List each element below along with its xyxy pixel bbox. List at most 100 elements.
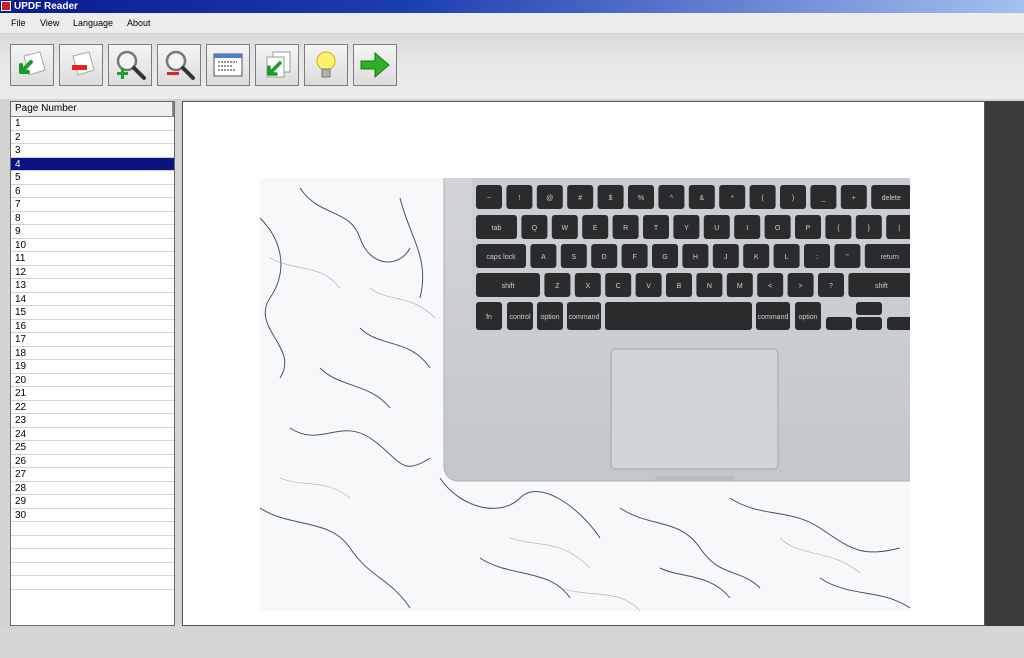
keyboard-key-label: R [623, 225, 628, 232]
keyboard-key-label: shift [502, 283, 515, 290]
status-bar [0, 628, 1024, 658]
keyboard-key-label: < [768, 283, 772, 290]
page-list-item[interactable]: 12 [11, 266, 174, 279]
copy-pages-icon [266, 51, 291, 78]
page-list-item[interactable]: 7 [11, 198, 174, 212]
title-bar: UPDF Reader [0, 0, 1024, 13]
page-list-item[interactable]: 25 [11, 441, 174, 455]
page-list-item[interactable]: 13 [11, 279, 174, 293]
keyboard-key-label: $ [609, 195, 613, 202]
import-page-icon [19, 51, 46, 76]
page-list-item[interactable]: 6 [11, 185, 174, 198]
keyboard-key-label: option [798, 314, 817, 321]
keyboard-key-label: T [654, 225, 659, 232]
page-list-item[interactable]: 21 [11, 387, 174, 401]
menu-view[interactable]: View [40, 18, 59, 28]
keyboard-key-label: F [632, 254, 636, 261]
keyboard-key-label: H [693, 254, 698, 261]
copy-pages-button[interactable] [255, 44, 299, 86]
document-page: ~! @ # $% ^ & *() _ + delete tab Q W E R T Y U I O P{} | caps … [182, 101, 985, 626]
keyboard-key-label: K [754, 254, 759, 261]
keyboard-key-label: Q [532, 225, 538, 232]
window-title: UPDF Reader [14, 1, 78, 12]
page-list-item[interactable]: 5 [11, 171, 174, 185]
keyboard-key [605, 302, 752, 330]
keyboard-key-label: L [785, 254, 789, 261]
keyboard-key-label: I [746, 225, 748, 232]
remove-page-button[interactable] [59, 44, 103, 86]
page-list-item[interactable]: 11 [11, 252, 174, 266]
keyboard-key-label: W [561, 225, 568, 232]
page-list-item[interactable]: 15 [11, 306, 174, 320]
keyboard-key-label: @ [546, 195, 553, 202]
document-viewer[interactable]: ~! @ # $% ^ & *() _ + delete tab Q W E R T Y U I O P{} | caps … [182, 101, 1024, 626]
keyboard-key-label: | [898, 225, 900, 232]
page-list-item[interactable]: 2 [11, 131, 174, 144]
page-list-item[interactable]: 1 [11, 117, 174, 131]
page-list-item[interactable]: 27 [11, 468, 174, 482]
keyboard-key-label: M [737, 283, 743, 290]
page-list-empty-row [11, 576, 174, 590]
keyboard-key-label: command [569, 314, 600, 321]
keyboard-key-label: ? [829, 283, 833, 290]
page-list-item[interactable]: 26 [11, 455, 174, 468]
page-number-header[interactable]: Page Number [11, 102, 174, 117]
keyboard-key-label: S [571, 254, 576, 261]
page-list-empty-row [11, 536, 174, 549]
keyboard-key-label: tab [492, 225, 502, 232]
keyboard-key-label: command [758, 314, 789, 321]
page-photo-laptop: ~! @ # $% ^ & *() _ + delete tab Q W E R T Y U I O P{} | caps … [260, 178, 910, 611]
window-view-button[interactable] [206, 44, 250, 86]
keyboard-key [887, 317, 910, 330]
page-list-item[interactable]: 16 [11, 320, 174, 333]
page-list[interactable]: Page Number 1 2 3 4 5 6 7 8 9 10 11 12 13 14 15 16 17 18 1… [10, 101, 175, 626]
lightbulb-icon [316, 51, 336, 78]
page-list-item[interactable]: 24 [11, 428, 174, 441]
next-arrow-icon [360, 51, 390, 79]
keyboard-key-label: O [775, 225, 781, 232]
keyboard-key-label: ) [792, 195, 794, 202]
keyboard-key-label: X [585, 283, 590, 290]
keyboard-key-label: D [602, 254, 607, 261]
page-rows: 1 2 3 4 5 6 7 8 9 10 11 12 13 14 15 16 17 18 19 20 21 22 23 24 2… [11, 117, 174, 590]
keyboard-key [856, 317, 882, 330]
page-list-item[interactable]: 3 [11, 144, 174, 158]
page-list-item[interactable]: 10 [11, 239, 174, 252]
import-page-button[interactable] [10, 44, 54, 86]
zoom-out-button[interactable] [157, 44, 201, 86]
keyboard-key-label: % [638, 195, 644, 202]
remove-page-icon [72, 51, 95, 76]
page-list-item[interactable]: 30 [11, 509, 174, 522]
keyboard-key-label: _ [820, 195, 825, 202]
keyboard-key-label: shift [875, 283, 888, 290]
menu-file[interactable]: File [11, 18, 26, 28]
page-list-item[interactable]: 28 [11, 482, 174, 495]
page-list-item[interactable]: 20 [11, 374, 174, 387]
next-page-button[interactable] [353, 44, 397, 86]
keyboard-key-label: ~ [487, 195, 491, 202]
zoom-in-icon [116, 50, 146, 80]
zoom-in-button[interactable] [108, 44, 152, 86]
page-list-item[interactable]: 9 [11, 225, 174, 239]
page-list-item[interactable]: 18 [11, 347, 174, 360]
keyboard-key-label: delete [882, 195, 901, 202]
lightbulb-button[interactable] [304, 44, 348, 86]
keyboard-key-label: control [509, 314, 530, 321]
page-list-item[interactable]: 4 [11, 157, 174, 171]
menu-language[interactable]: Language [73, 18, 113, 28]
menu-about[interactable]: About [127, 18, 151, 28]
page-list-item[interactable]: 29 [11, 495, 174, 509]
page-list-item[interactable]: 17 [11, 333, 174, 347]
page-list-item[interactable]: 14 [11, 293, 174, 306]
page-list-item[interactable]: 8 [11, 212, 174, 225]
page-list-empty-row [11, 549, 174, 563]
page-list-item[interactable]: 23 [11, 414, 174, 428]
keyboard-key-label: P [806, 225, 811, 232]
keyboard-key-label: caps lock [486, 254, 516, 261]
menu-bar: File View Language About [0, 13, 1024, 33]
page-list-empty-row [11, 522, 174, 536]
page-list-item[interactable]: 19 [11, 360, 174, 374]
keyboard-key-label: Y [684, 225, 689, 232]
keyboard-key-label: G [662, 254, 667, 261]
page-list-item[interactable]: 22 [11, 401, 174, 414]
